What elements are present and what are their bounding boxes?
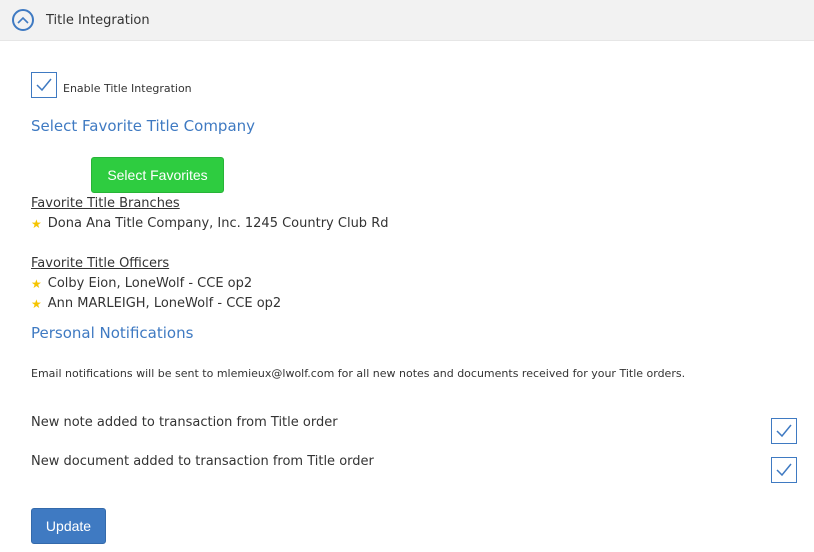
checkmark-icon (36, 78, 52, 92)
star-icon: ★ (31, 296, 42, 311)
favorite-officer-label: Colby Eion, LoneWolf - CCE op2 (47, 276, 253, 291)
new-note-notification-checkbox[interactable] (771, 418, 797, 444)
favorite-company-heading: Select Favorite Title Company (31, 117, 256, 135)
checkmark-icon (776, 463, 792, 477)
favorite-officer-item: ★ Ann MARLEIGH, LoneWolf - CCE op2 (31, 296, 281, 311)
personal-notifications-heading: Personal Notifications (31, 324, 194, 342)
select-favorites-button[interactable]: Select Favorites (91, 157, 224, 193)
new-document-notification-label: New document added to transaction from T… (31, 454, 374, 469)
favorite-branch-item: ★ Dona Ana Title Company, Inc. 1245 Coun… (31, 216, 388, 231)
favorite-branch-label: Dona Ana Title Company, Inc. 1245 Countr… (47, 216, 389, 231)
favorite-officer-item: ★ Colby Eion, LoneWolf - CCE op2 (31, 276, 252, 291)
checkmark-icon (776, 424, 792, 438)
update-button[interactable]: Update (31, 508, 106, 544)
favorite-officer-label: Ann MARLEIGH, LoneWolf - CCE op2 (47, 296, 282, 311)
new-note-notification-label: New note added to transaction from Title… (31, 415, 338, 430)
star-icon: ★ (31, 216, 42, 231)
notifications-info-text: Email notifications will be sent to mlem… (31, 367, 686, 380)
section-title: Title Integration (46, 13, 150, 28)
star-icon: ★ (31, 276, 42, 291)
enable-title-integration-label: Enable Title Integration (63, 82, 192, 95)
chevron-up-icon[interactable] (12, 9, 34, 31)
section-header: Title Integration (0, 0, 814, 41)
enable-title-integration-checkbox[interactable] (31, 72, 57, 98)
favorite-branches-heading: Favorite Title Branches (31, 196, 180, 211)
new-document-notification-checkbox[interactable] (771, 457, 797, 483)
favorite-officers-heading: Favorite Title Officers (31, 256, 170, 271)
